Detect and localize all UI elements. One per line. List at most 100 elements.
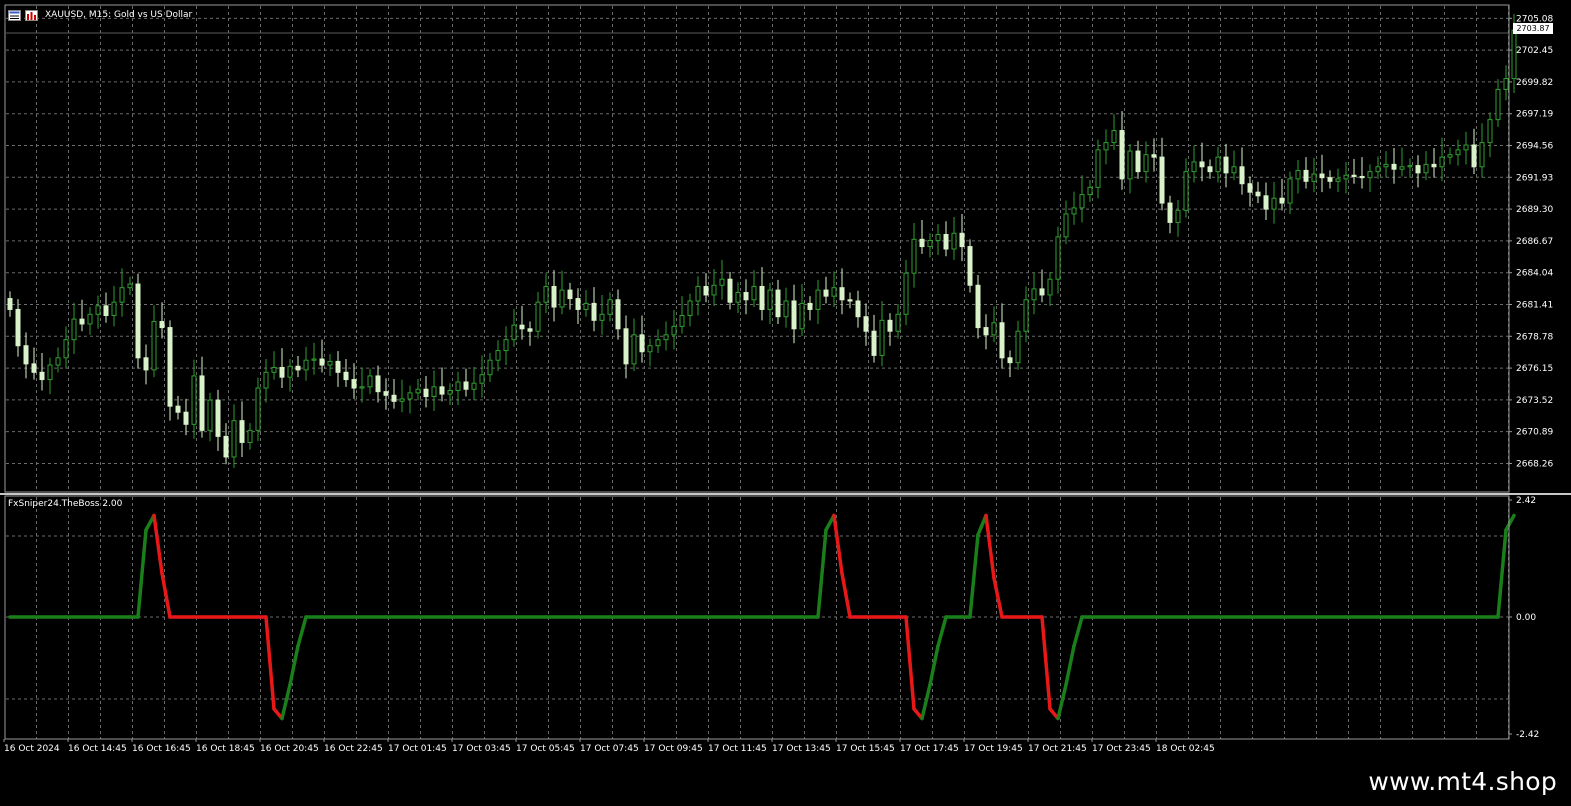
candle — [1415, 155, 1421, 188]
candle — [399, 379, 405, 413]
chart-window-icon[interactable] — [8, 9, 21, 21]
chart-title-bar: XAUUSD, M15: Gold vs US Dollar — [8, 8, 192, 22]
candle — [967, 239, 973, 293]
candle — [1311, 157, 1317, 193]
candle-body — [607, 299, 613, 315]
candle — [1319, 154, 1325, 193]
candle-body — [1271, 197, 1277, 210]
candle-body — [1463, 144, 1469, 151]
candle-body — [1503, 78, 1509, 90]
candle — [1271, 181, 1277, 224]
candle-body — [79, 318, 85, 325]
candle — [831, 271, 837, 308]
price-pane-frame — [4, 4, 1510, 493]
indicator-segment — [1040, 615, 1052, 711]
candle-body — [759, 285, 765, 310]
candle-body — [551, 285, 557, 308]
candle — [671, 310, 677, 350]
candle — [207, 392, 213, 442]
candle-body — [919, 238, 925, 248]
candle — [1127, 143, 1133, 194]
candle — [559, 270, 565, 315]
candle — [599, 294, 605, 335]
candle — [1391, 148, 1397, 184]
candle-body — [871, 330, 877, 356]
bar-chart-icon[interactable] — [25, 9, 38, 21]
candle — [1287, 171, 1293, 214]
candle — [415, 378, 421, 401]
candle-body — [151, 321, 157, 371]
chart-canvas[interactable]: 2705.082702.452699.822697.192694.562691.… — [0, 0, 1571, 762]
candle — [1343, 161, 1349, 194]
candle-body — [1311, 173, 1317, 182]
candle — [295, 355, 301, 378]
candle-body — [895, 313, 901, 332]
candle-body — [991, 322, 997, 336]
candle-body — [287, 365, 293, 378]
candle-body — [95, 305, 101, 315]
candle — [271, 351, 277, 380]
candle-body — [1359, 175, 1365, 179]
candle — [1479, 123, 1485, 178]
candle-body — [231, 420, 237, 458]
candle-body — [655, 339, 661, 347]
price-axis-label: 2686.67 — [1516, 237, 1553, 247]
candle — [1167, 195, 1173, 234]
candle-body — [295, 365, 301, 371]
candle — [375, 365, 381, 403]
candle-body — [1431, 163, 1437, 168]
candle-body — [1231, 166, 1237, 174]
candle-body — [263, 371, 269, 389]
price-axis-label: 2673.52 — [1516, 396, 1553, 406]
candle-body — [207, 399, 213, 431]
candle-body — [1223, 156, 1229, 174]
candle — [1335, 168, 1341, 193]
candle-body — [767, 289, 773, 310]
chart-window[interactable]: 2705.08 2702.45 2699.82 2697.19 2694.56 2691.… — [0, 0, 1571, 762]
candle-body — [671, 325, 677, 336]
candle-body — [527, 328, 533, 332]
time-axis-label: 17 Oct 05:45 — [516, 744, 575, 754]
candle-body — [7, 298, 13, 310]
candle — [391, 378, 397, 409]
candle-body — [1327, 177, 1333, 182]
candle — [23, 332, 29, 379]
candle-body — [247, 429, 253, 443]
candle-body — [959, 232, 965, 248]
candle — [575, 288, 581, 324]
candle — [863, 303, 869, 346]
candle-body — [215, 399, 221, 437]
price-axis-label: 2694.56 — [1516, 142, 1553, 152]
candle-body — [1447, 154, 1453, 158]
candle-body — [1031, 288, 1037, 301]
candle-body — [1439, 156, 1445, 168]
candle-body — [399, 398, 405, 402]
candle — [847, 292, 853, 309]
candle — [1151, 138, 1157, 172]
candle-body — [359, 386, 365, 389]
candle — [903, 259, 909, 326]
candle-body — [783, 300, 789, 318]
time-axis-label: 17 Oct 03:45 — [452, 744, 511, 754]
candle — [343, 359, 349, 387]
candle-body — [15, 308, 21, 347]
candle — [551, 270, 557, 322]
candle — [287, 359, 293, 392]
candle — [351, 363, 357, 399]
price-axis-label: 2699.82 — [1516, 78, 1553, 88]
indicator-segment — [264, 615, 276, 711]
candle — [511, 308, 517, 347]
candle — [7, 291, 13, 317]
candle-body — [1391, 163, 1397, 170]
price-axis-label: 2702.45 — [1516, 46, 1553, 56]
candle-body — [1119, 130, 1125, 180]
candle — [63, 326, 69, 369]
time-axis-label: 16 Oct 2024 — [4, 744, 60, 754]
candle — [999, 303, 1005, 369]
price-axis-label: 2697.19 — [1516, 110, 1553, 120]
chart-grid — [6, 6, 1509, 739]
candle-body — [1087, 186, 1093, 196]
candle-body — [623, 328, 629, 365]
candle-body — [1215, 156, 1221, 173]
candle-body — [479, 374, 485, 384]
